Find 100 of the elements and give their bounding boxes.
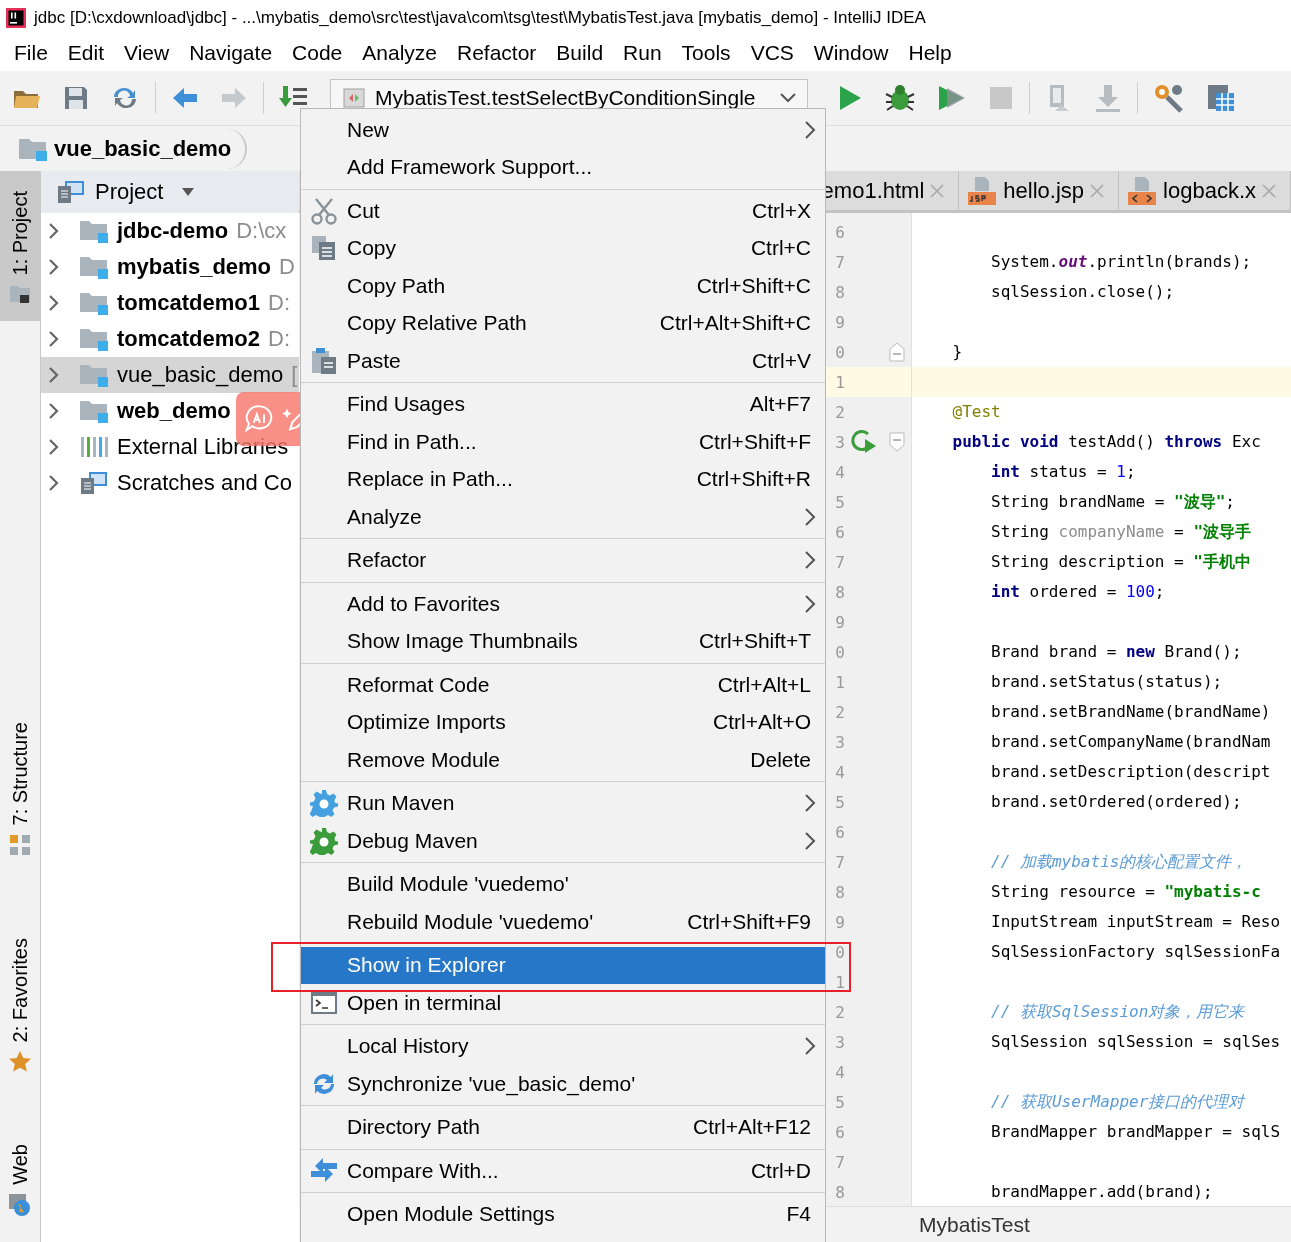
chevron-icon[interactable] <box>47 222 61 240</box>
tree-item[interactable]: External Libraries <box>41 429 299 465</box>
app-icon <box>6 7 26 28</box>
menu-item[interactable]: Run Maven <box>301 784 825 822</box>
menu-bar-item[interactable]: VCS <box>740 41 804 65</box>
fold-icon[interactable] <box>889 342 905 362</box>
menu-bar-item[interactable]: Analyze <box>352 41 447 65</box>
menu-item[interactable]: Add Framework Support... <box>301 148 825 186</box>
back-arrow-icon[interactable] <box>171 85 199 111</box>
menu-bar-item[interactable]: Navigate <box>179 41 283 65</box>
menu-item[interactable]: Paste Ctrl+V <box>301 342 825 380</box>
coverage-icon[interactable] <box>937 84 967 112</box>
tree-item[interactable]: tomcatdemo1 D: <box>41 285 299 321</box>
menu-bar-item[interactable]: Run <box>613 41 672 65</box>
menu-item[interactable]: Show Image Thumbnails Ctrl+Shift+T <box>301 622 825 660</box>
run-icon[interactable] <box>837 84 863 112</box>
shortcut-text: Ctrl+Shift+F <box>697 429 811 454</box>
chevron-icon[interactable] <box>47 330 61 348</box>
menu-item[interactable]: Remove Module Delete <box>301 741 825 779</box>
code-line: brand.setDescription(descript <box>990 762 1271 781</box>
menu-bar-item[interactable]: Edit <box>57 41 115 65</box>
tool-window-tab[interactable]: 7: Structure <box>0 702 40 872</box>
breadcrumb-text[interactable]: MybatisTest <box>919 1213 1030 1237</box>
compare-arrows-icon <box>309 1156 339 1185</box>
menu-item[interactable]: Directory Path Ctrl+Alt+F12 <box>301 1108 825 1146</box>
path-text: D: <box>268 290 291 316</box>
wrench-icon[interactable] <box>1153 83 1185 113</box>
save-icon[interactable] <box>63 85 89 111</box>
bug-icon[interactable] <box>884 84 916 112</box>
chevron-icon[interactable] <box>47 438 61 456</box>
menu-item[interactable]: Rebuild Module 'vuedemo' Ctrl+Shift+F9 <box>301 903 825 941</box>
menu-item[interactable]: Synchronize 'vue_basic_demo' <box>301 1065 825 1103</box>
chevron-icon[interactable] <box>47 474 61 492</box>
panel-title[interactable]: Project <box>95 179 164 205</box>
menu-item[interactable]: Find Usages Alt+F7 <box>301 385 825 423</box>
code-line: brandMapper.add(brand); <box>990 1182 1213 1201</box>
menu-bar-item[interactable]: Refactor <box>447 41 547 65</box>
shortcut-text: Ctrl+Alt+O <box>711 710 811 735</box>
line-number: 4 <box>835 762 845 782</box>
menu-item[interactable]: Cut Ctrl+X <box>301 192 825 230</box>
tool-window-tab[interactable]: 1: Project <box>0 171 40 322</box>
code-line: Brand brand = new Brand(); <box>990 642 1242 661</box>
xml-file-icon <box>1127 175 1158 206</box>
tree-item[interactable]: tomcatdemo2 D: <box>41 321 299 357</box>
line-number: 7 <box>835 252 845 272</box>
fold-icon[interactable] <box>889 432 905 452</box>
menu-item[interactable]: Add to Favorites <box>301 585 825 623</box>
tool-window-tab[interactable]: 2: Favorites <box>0 917 40 1091</box>
clipboard-icon <box>310 346 338 375</box>
menu-bar-item[interactable]: Tools <box>671 41 741 65</box>
line-number: 4 <box>835 462 845 482</box>
line-number: 9 <box>835 912 845 932</box>
tree-item[interactable]: jdbc-demo D:\cx <box>41 213 299 249</box>
tree-item[interactable]: vue_basic_demo [ <box>41 357 299 393</box>
menu-bar-item[interactable]: View <box>114 41 180 65</box>
line-number: 7 <box>835 552 845 572</box>
chevron-icon[interactable] <box>47 294 61 312</box>
menu-item[interactable]: Optimize Imports Ctrl+Alt+O <box>301 703 825 741</box>
line-number: 3 <box>835 732 845 752</box>
dropdown-icon[interactable] <box>181 187 196 197</box>
menu-item[interactable]: Open in terminal <box>301 984 825 1022</box>
menu-bar-item[interactable]: File <box>4 41 58 65</box>
menu-item[interactable]: Find in Path... Ctrl+Shift+F <box>301 423 825 461</box>
chevron-icon[interactable] <box>47 258 61 276</box>
menu-item[interactable]: Replace in Path... Ctrl+Shift+R <box>301 460 825 498</box>
project-structure-icon[interactable] <box>1206 83 1236 113</box>
line-number: 3 <box>835 432 845 452</box>
tree-item[interactable]: Scratches and Co <box>41 465 299 501</box>
chevron-icon[interactable] <box>47 402 61 420</box>
run-test-icon[interactable] <box>851 429 877 455</box>
line-number: 1 <box>835 372 845 392</box>
menu-item[interactable]: Copy Path Ctrl+Shift+C <box>301 267 825 305</box>
menu-item[interactable]: Build Module 'vuedemo' <box>301 865 825 903</box>
code-line: // 加载mybatis的核心配置文件， <box>990 852 1248 871</box>
menu-item[interactable]: Refactor <box>301 541 825 579</box>
line-number: 7 <box>835 852 845 872</box>
menu-bar-item[interactable]: Window <box>803 41 899 65</box>
tree-item[interactable]: web_demo <box>41 393 299 429</box>
code-line: @Test <box>951 402 1001 421</box>
editor-tab[interactable]: hello.jsp <box>959 171 1120 210</box>
menu-item[interactable]: Debug Maven <box>301 822 825 860</box>
tree-item[interactable]: mybatis_demo D <box>41 249 299 285</box>
menu-item[interactable]: Copy Relative Path Ctrl+Alt+Shift+C <box>301 304 825 342</box>
tool-window-tab[interactable]: Web <box>0 1124 40 1233</box>
menu-item[interactable]: Reformat Code Ctrl+Alt+L <box>301 666 825 704</box>
breadcrumb-item[interactable]: vue_basic_demo <box>0 128 248 169</box>
menu-item[interactable]: Analyze <box>301 498 825 536</box>
menu-bar-item[interactable]: Code <box>282 41 353 65</box>
terminal-icon <box>310 989 338 1016</box>
menu-item[interactable]: Local History <box>301 1027 825 1065</box>
scissors-icon <box>310 196 338 225</box>
menu-bar-item[interactable]: Help <box>898 41 962 65</box>
menu-item[interactable]: Compare With... Ctrl+D <box>301 1152 825 1190</box>
line-number: 2 <box>835 702 845 722</box>
menu-item[interactable]: Show in Explorer <box>301 946 825 984</box>
menu-item[interactable]: Copy Ctrl+C <box>301 229 825 267</box>
menu-bar-item[interactable]: Build <box>546 41 614 65</box>
editor-tab[interactable]: logback.x <box>1119 171 1291 210</box>
chevron-icon[interactable] <box>47 366 61 384</box>
menu-item[interactable]: Open Module Settings F4 <box>301 1195 825 1233</box>
